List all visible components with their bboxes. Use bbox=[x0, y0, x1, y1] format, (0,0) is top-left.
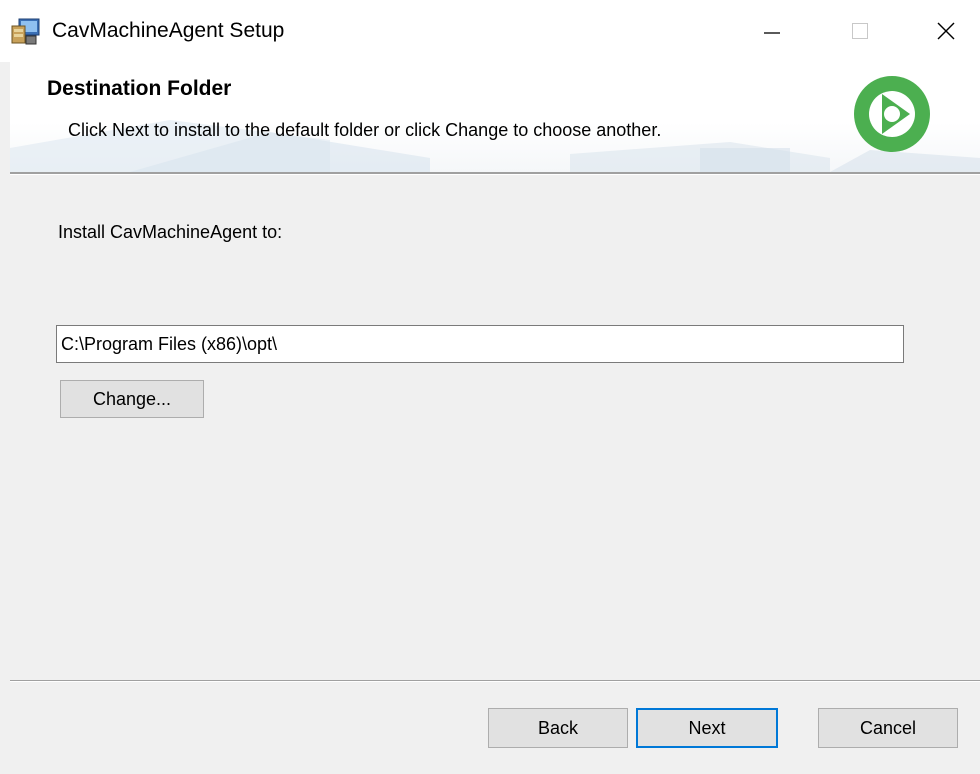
cancel-button[interactable]: Cancel bbox=[818, 708, 958, 748]
install-location-label: Install CavMachineAgent to: bbox=[58, 222, 283, 242]
next-button[interactable]: Next bbox=[636, 708, 778, 748]
minimize-button[interactable] bbox=[742, 0, 802, 62]
header-banner: Destination Folder Click Next to install… bbox=[10, 62, 980, 172]
page-title: Destination Folder bbox=[47, 77, 232, 100]
change-button[interactable]: Change... bbox=[60, 380, 204, 418]
footer-divider bbox=[10, 680, 980, 682]
back-button[interactable]: Back bbox=[488, 708, 628, 748]
green-circle-arrow-logo bbox=[852, 74, 952, 172]
maximize-icon bbox=[851, 22, 869, 40]
setup-window: CavMachineAgent Setup Destination Folder bbox=[0, 0, 980, 774]
header-divider bbox=[10, 172, 980, 175]
window-title: CavMachineAgent Setup bbox=[52, 19, 285, 42]
title-bar[interactable]: CavMachineAgent Setup bbox=[0, 0, 980, 62]
page-subtitle: Click Next to install to the default fol… bbox=[68, 120, 662, 140]
installer-app-icon bbox=[10, 16, 42, 46]
close-icon bbox=[936, 21, 956, 41]
install-path-input[interactable] bbox=[56, 325, 904, 363]
maximize-button[interactable] bbox=[830, 0, 890, 62]
close-button[interactable] bbox=[916, 0, 976, 62]
minimize-icon bbox=[763, 22, 781, 40]
